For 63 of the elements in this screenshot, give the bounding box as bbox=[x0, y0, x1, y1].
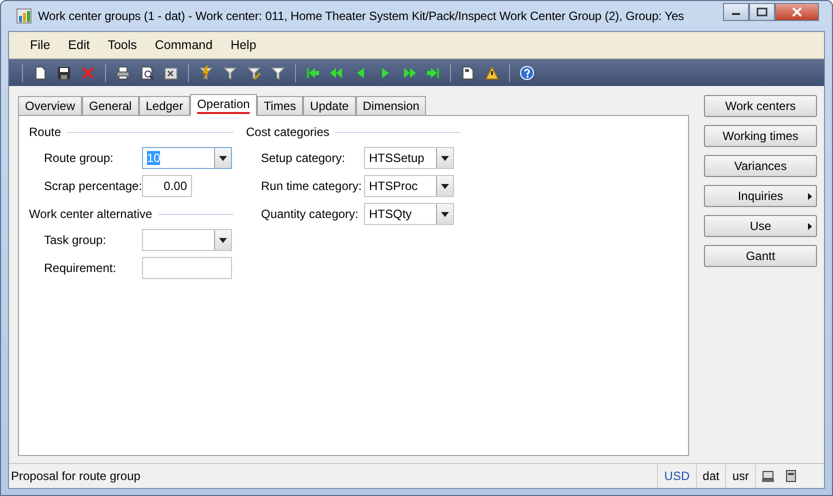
tab[interactable]: Times bbox=[256, 96, 304, 115]
maximize-button[interactable] bbox=[749, 3, 775, 21]
tab[interactable]: Operation bbox=[190, 94, 257, 116]
field-label: Run time category: bbox=[260, 179, 363, 193]
side-button[interactable]: Work centers bbox=[704, 95, 817, 117]
company-label: dat bbox=[702, 469, 720, 483]
minimize-button[interactable] bbox=[723, 3, 749, 21]
field-label: Setup category: bbox=[260, 151, 346, 165]
field-label: Task group: bbox=[43, 233, 108, 247]
combo-box[interactable]: HTSSetup bbox=[364, 147, 454, 169]
tab[interactable]: Dimension bbox=[356, 96, 426, 115]
group-title: Work center alternative bbox=[29, 207, 152, 221]
menu-item[interactable]: Command bbox=[146, 36, 222, 54]
save-icon[interactable] bbox=[56, 64, 72, 80]
close-icon bbox=[791, 7, 803, 17]
combo-box[interactable]: HTSProc bbox=[364, 175, 454, 197]
submenu-arrow-icon bbox=[808, 193, 812, 200]
window-title: Work center groups (1 - dat) - Work center: 011, Home Theater System Kit/Pack/Inspect Work Center Group (2), Group: Yes bbox=[38, 9, 685, 23]
input-field[interactable] bbox=[142, 257, 232, 279]
maximize-icon bbox=[756, 7, 768, 17]
dropdown-arrow-icon[interactable] bbox=[441, 156, 449, 160]
field-label: Requirement: bbox=[43, 261, 118, 275]
side-button[interactable]: Use bbox=[704, 215, 817, 237]
print-icon[interactable] bbox=[115, 64, 131, 80]
close-button[interactable] bbox=[775, 3, 819, 21]
filter-edit-icon[interactable] bbox=[246, 64, 262, 80]
tab[interactable]: Overview bbox=[18, 96, 82, 115]
side-button[interactable]: Working times bbox=[704, 125, 817, 147]
menu-item[interactable]: Tools bbox=[98, 36, 146, 54]
status-message: Proposal for route group bbox=[10, 469, 142, 483]
database-icon[interactable] bbox=[786, 470, 796, 482]
input-field[interactable]: 0.00 bbox=[142, 175, 192, 197]
field-label: Quantity category: bbox=[260, 207, 360, 221]
filter-clear-icon[interactable] bbox=[270, 64, 286, 80]
lightning-filter-icon[interactable] bbox=[198, 64, 214, 80]
dropdown-arrow-icon[interactable] bbox=[441, 184, 449, 188]
side-button[interactable]: Inquiries bbox=[704, 185, 817, 207]
tab[interactable]: Update bbox=[303, 96, 356, 115]
field-label: Scrap percentage: bbox=[43, 179, 142, 193]
menu-item[interactable]: Help bbox=[222, 36, 266, 54]
dropdown-arrow-icon[interactable] bbox=[219, 156, 227, 160]
document-icon[interactable] bbox=[460, 64, 476, 80]
menu-item[interactable]: Edit bbox=[59, 36, 99, 54]
group-title: Route bbox=[29, 125, 62, 139]
app-icon bbox=[16, 8, 32, 24]
side-button[interactable]: Gantt bbox=[704, 245, 817, 267]
print-preview-icon[interactable] bbox=[139, 64, 155, 80]
submenu-arrow-icon bbox=[808, 223, 812, 230]
alert-icon[interactable] bbox=[484, 64, 500, 80]
menu-item[interactable]: File bbox=[21, 36, 60, 54]
currency-label: USD bbox=[664, 469, 690, 483]
side-button[interactable]: Variances bbox=[704, 155, 817, 177]
help-icon[interactable] bbox=[519, 64, 535, 80]
computer-icon[interactable] bbox=[762, 470, 774, 482]
tab[interactable]: General bbox=[82, 96, 139, 115]
filter-icon[interactable] bbox=[222, 64, 238, 80]
dropdown-arrow-icon[interactable] bbox=[441, 212, 449, 216]
combo-box[interactable]: HTSQty bbox=[364, 203, 454, 225]
field-label: Route group: bbox=[43, 151, 114, 165]
group-title: Cost categories bbox=[246, 125, 330, 139]
tab[interactable]: Ledger bbox=[138, 96, 190, 115]
dropdown-arrow-icon[interactable] bbox=[219, 238, 227, 242]
user-label: usr bbox=[732, 469, 749, 483]
